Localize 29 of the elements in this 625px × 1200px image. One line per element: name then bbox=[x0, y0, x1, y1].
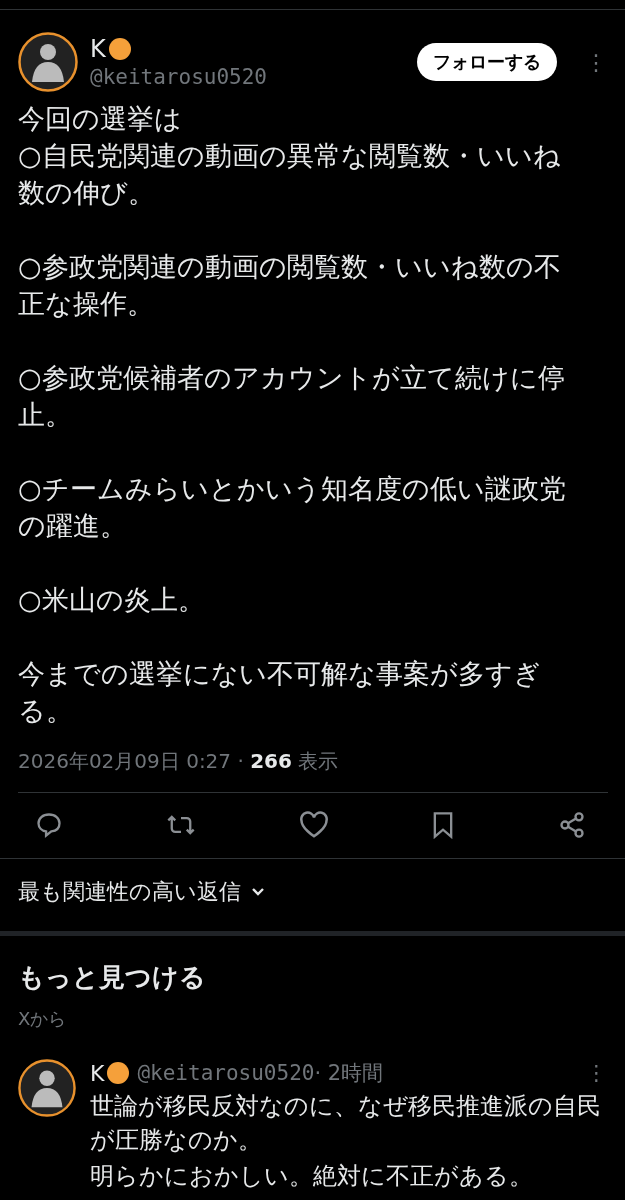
replies-sort-dropdown[interactable]: 最も関連性の高い返信 bbox=[18, 877, 241, 907]
display-name[interactable]: K bbox=[90, 33, 405, 64]
circle-emoji-icon bbox=[107, 1061, 130, 1084]
post-paragraph: 今までの選挙にない不可解な事案が多すぎる。 bbox=[18, 657, 542, 728]
more-options-icon[interactable]: ⋮ bbox=[586, 1061, 607, 1085]
post-paragraph: ○自民党関連の動画の異常な閲覧数・いいね数の伸び。 bbox=[18, 139, 562, 210]
avatar[interactable] bbox=[18, 32, 78, 92]
post-paragraph: ○チームみらいとかいう知名度の低い謎政党の躍進。 bbox=[18, 472, 567, 543]
circle-emoji-icon bbox=[108, 37, 131, 60]
speech-bubble-icon[interactable] bbox=[35, 811, 63, 839]
user-handle[interactable]: @keitarosu0520 bbox=[137, 1061, 315, 1085]
section-title: もっと見つける bbox=[18, 961, 207, 994]
post-timestamp: 2026年02月09日 0:27 · 266 表示 bbox=[18, 748, 340, 775]
chevron-down-icon[interactable] bbox=[251, 887, 265, 897]
post-time: · 2時間 bbox=[314, 1060, 385, 1087]
avatar[interactable] bbox=[18, 1059, 76, 1117]
user-handle[interactable]: @keitarosu0520 bbox=[90, 63, 405, 91]
post-text: 明らかにおかしい。絶対に不正がある。 bbox=[90, 1161, 534, 1192]
post-paragraph: 今回の選挙は bbox=[18, 102, 183, 136]
post-paragraph: ○参政党関連の動画の閲覧数・いいね数の不正な操作。 bbox=[18, 250, 562, 321]
display-name[interactable]: K bbox=[90, 1060, 130, 1086]
post-text: 世論が移民反対なのに、なぜ移民推進派の自民が圧勝なのか。 bbox=[90, 1091, 602, 1156]
post-paragraph: ○参政党候補者のアカウントが立て続けに停止。 bbox=[18, 361, 566, 432]
more-options-icon[interactable]: ⋮ bbox=[585, 49, 607, 75]
share-icon[interactable] bbox=[558, 811, 586, 839]
follow-button[interactable]: フォローする bbox=[417, 43, 557, 81]
post-paragraph: ○米山の炎上。 bbox=[18, 583, 206, 617]
heart-icon[interactable] bbox=[298, 811, 329, 839]
section-subtitle: Xから bbox=[18, 1007, 68, 1031]
